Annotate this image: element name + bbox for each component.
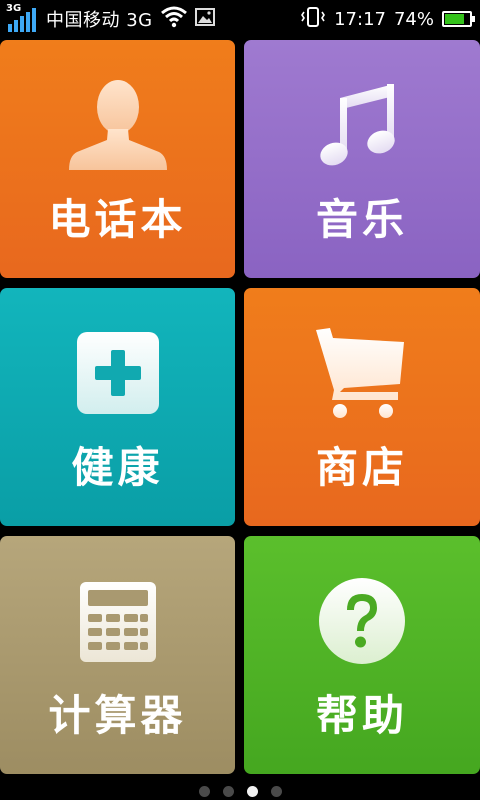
carrier-label: 中国移动 3G: [46, 10, 153, 31]
wifi-icon: [160, 6, 187, 33]
signal-icon: 3G: [6, 4, 38, 32]
tile-label: 帮助: [315, 691, 408, 740]
battery-fill: [445, 14, 465, 24]
calculator-icon: [79, 582, 156, 662]
page-dot-3-active[interactable]: [246, 786, 258, 797]
page-dot-4[interactable]: [270, 786, 282, 797]
medical-plus-icon: [76, 332, 159, 414]
tile-help[interactable]: 帮助: [244, 536, 480, 774]
tile-health[interactable]: 健康: [0, 288, 235, 526]
battery-percent: 74%: [393, 8, 434, 30]
clock: 17:17: [334, 8, 386, 30]
tile-label: 计算器: [48, 691, 187, 740]
tile-label: 电话本: [48, 195, 187, 244]
tile-phonebook[interactable]: 电话本: [0, 40, 235, 278]
tile-store[interactable]: 商店: [244, 288, 480, 526]
image-notification-icon: [194, 7, 215, 31]
tile-calculator[interactable]: 计算器: [0, 536, 235, 774]
page-dot-2[interactable]: [222, 786, 234, 797]
tile-label: 音乐: [315, 195, 408, 244]
home-screen: 3G 中国移动 3G 17:17 74% 电话本 音乐 健康 商店 计算器 帮助: [0, 0, 480, 800]
status-bar: 3G 中国移动 3G 17:17 74%: [0, 0, 480, 38]
person-icon: [68, 80, 167, 170]
music-note-icon: [320, 84, 395, 166]
page-dot-1[interactable]: [198, 786, 210, 797]
vibrate-icon: [300, 6, 326, 33]
battery-icon: [442, 11, 475, 27]
shopping-cart-icon: [316, 328, 404, 418]
page-indicator: [0, 786, 480, 797]
tile-label: 健康: [71, 443, 164, 492]
tile-label: 商店: [315, 443, 408, 492]
tile-music[interactable]: 音乐: [244, 40, 480, 278]
question-mark-icon: [319, 578, 405, 664]
